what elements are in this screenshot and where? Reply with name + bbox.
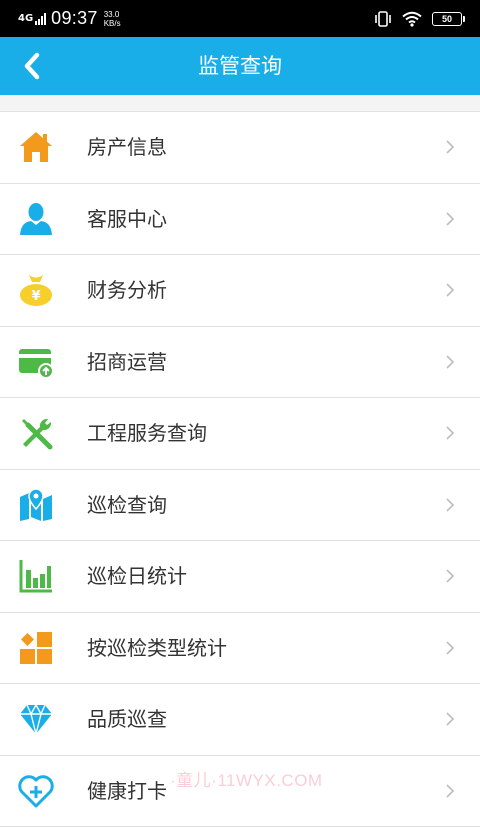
status-time: 09:37 [51, 8, 98, 29]
bar-chart-icon [18, 558, 54, 594]
battery-icon: 50 [432, 12, 462, 26]
section-gap [0, 95, 480, 112]
menu-item-label: 健康打卡 [87, 756, 167, 826]
chevron-left-icon [22, 52, 42, 80]
house-icon [18, 129, 54, 165]
svg-text:¥: ¥ [31, 289, 40, 304]
speed-value: 33.0 [104, 10, 121, 19]
menu-item-investment-operation[interactable]: 招商运营 [0, 327, 480, 399]
menu-item-quality-inspection[interactable]: 品质巡查 [0, 684, 480, 756]
health-heart-icon [18, 773, 54, 809]
status-right: 50 [374, 0, 462, 37]
menu-item-daily-inspection-stats[interactable]: 巡检日统计 [0, 541, 480, 613]
category-grid-icon [18, 630, 54, 666]
menu-item-property-info[interactable]: 房产信息 [0, 112, 480, 184]
map-pin-icon [18, 487, 54, 523]
chevron-right-icon [445, 711, 455, 727]
menu-item-inspection-query[interactable]: 巡检查询 [0, 470, 480, 542]
chevron-right-icon [445, 282, 455, 298]
chevron-right-icon [445, 139, 455, 155]
status-bar: 4G 09:37 33.0 KB/s 50 [0, 0, 480, 37]
wifi-icon [402, 11, 422, 27]
menu-item-label: 巡检日统计 [87, 541, 187, 611]
menu-item-label: 按巡检类型统计 [87, 613, 227, 683]
chevron-right-icon [445, 568, 455, 584]
card-icon [18, 344, 54, 380]
battery-level: 50 [442, 14, 452, 24]
signal-icon [35, 13, 47, 25]
menu-item-label: 巡检查询 [87, 470, 167, 540]
watermark: ·童儿·11WYX.COM [170, 766, 323, 791]
menu-item-label: 房产信息 [87, 112, 167, 182]
person-icon [18, 201, 54, 237]
network-speed: 33.0 KB/s [104, 10, 121, 28]
menu-item-financial-analysis[interactable]: ¥ 财务分析 [0, 255, 480, 327]
back-button[interactable] [14, 48, 50, 84]
menu-item-customer-service[interactable]: 客服中心 [0, 184, 480, 256]
menu-item-label: 财务分析 [87, 255, 167, 325]
menu-item-inspection-type-stats[interactable]: 按巡检类型统计 [0, 613, 480, 685]
chevron-right-icon [445, 783, 455, 799]
app-bar: 监管查询 [0, 37, 480, 95]
status-left: 4G 09:37 33.0 KB/s [18, 0, 121, 37]
menu-item-label: 客服中心 [87, 184, 167, 254]
network-type: 4G [18, 14, 33, 23]
money-bag-icon: ¥ [18, 272, 54, 308]
tools-icon [18, 415, 54, 451]
vibrate-icon [374, 11, 392, 27]
diamond-icon [18, 701, 54, 737]
chevron-right-icon [445, 354, 455, 370]
menu-list: 房产信息 客服中心 ¥ 财务分析 招商运营 [0, 112, 480, 827]
page-title: 监管查询 [0, 37, 480, 95]
chevron-right-icon [445, 497, 455, 513]
menu-item-label: 工程服务查询 [87, 398, 207, 468]
chevron-right-icon [445, 425, 455, 441]
chevron-right-icon [445, 640, 455, 656]
menu-item-engineering-service[interactable]: 工程服务查询 [0, 398, 480, 470]
chevron-right-icon [445, 211, 455, 227]
menu-item-label: 招商运营 [87, 327, 167, 397]
menu-item-label: 品质巡查 [87, 684, 167, 754]
speed-unit: KB/s [104, 19, 121, 28]
